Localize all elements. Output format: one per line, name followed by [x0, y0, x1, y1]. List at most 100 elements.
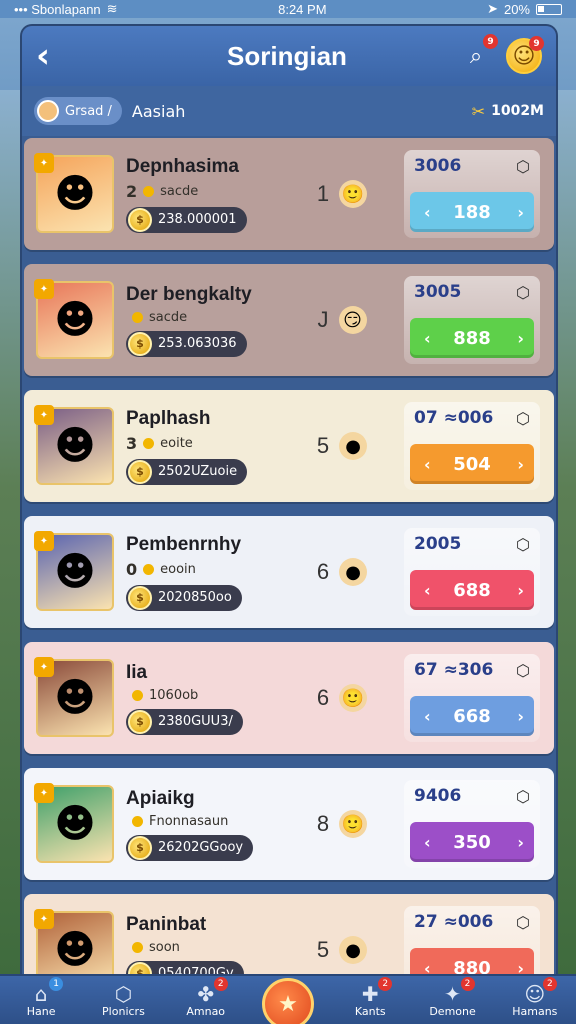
nav-badge: 2: [542, 976, 557, 991]
score-pill: $ 238.000001: [126, 206, 247, 233]
score-pill: $ 2020850oo: [126, 584, 242, 611]
player-avatar: ✦ ☻: [34, 279, 114, 359]
claim-button[interactable]: ‹ 668 ›: [410, 696, 534, 736]
claim-button[interactable]: ‹ 688 ›: [410, 570, 534, 610]
reward-card: 3006 ⬡ ‹ 188 ›: [404, 150, 540, 238]
player-row[interactable]: ✦ ☻ Apiaikg Fnonnasaun $ 26202GGooy 8 🙂 …: [24, 768, 554, 880]
chevron-right-icon: ›: [517, 454, 524, 474]
player-rank: 5: [316, 937, 330, 962]
player-stat-text: soon: [149, 939, 180, 955]
nav-label: Hane: [26, 1004, 56, 1018]
nav-badge: 2: [213, 976, 228, 991]
refresh-icon: ‹: [424, 328, 431, 348]
claim-value: 668: [453, 705, 491, 727]
claim-button[interactable]: ‹ 188 ›: [410, 192, 534, 232]
player-stat-text: sacde: [160, 183, 199, 199]
emoji-icon: ●: [339, 432, 368, 460]
reward-label: 27 ≈006: [414, 912, 494, 932]
bottom-nav: ⌂ Hane 1 ⬡ Plonicrs ✤ Amnao 2 ★ ✚ Kants …: [0, 974, 576, 1024]
filter-pill[interactable]: Grsad /: [34, 97, 122, 125]
search-badge: 9: [483, 34, 498, 49]
center-play-icon[interactable]: ★: [261, 978, 314, 1024]
badge-icon: ⬡: [516, 534, 530, 554]
player-name: Apiaikg: [126, 787, 195, 809]
claim-value: 504: [453, 453, 491, 475]
avatar: [37, 100, 59, 122]
player-rank: 5: [316, 433, 330, 458]
nav-item[interactable]: ⬡ Plonicrs: [83, 983, 163, 1018]
player-avatar: ✦ ☻: [34, 153, 114, 233]
emoji-icon: 🙂: [339, 180, 368, 208]
nav-item[interactable]: ☺ Hamans 2: [495, 976, 575, 1018]
nav-label: Plonicrs: [102, 1004, 145, 1018]
currency-value: 1002M: [491, 103, 544, 119]
status-bar: ••• Sbonlapann ≋ 8:24 PM ➤ 20%: [0, 0, 576, 18]
player-avatar: ✦ ☻: [34, 909, 114, 981]
refresh-icon: ‹: [424, 706, 431, 726]
chevron-right-icon: ›: [517, 832, 524, 852]
claim-button[interactable]: ‹ 888 ›: [410, 318, 534, 358]
emoji-icon: 🙂: [339, 684, 368, 712]
claim-button[interactable]: ‹ 350 ›: [410, 822, 534, 862]
reward-label: 9406: [414, 786, 462, 806]
coin-dot-icon: [143, 437, 155, 449]
player-score: 26202GGooy: [158, 840, 244, 855]
emoji-icon: 😏: [338, 306, 367, 334]
emoji-icon: 🙂: [339, 810, 368, 838]
profile-button[interactable]: ☺ 9: [506, 36, 544, 74]
badge-icon: ⬡: [516, 408, 530, 428]
player-stats: soon: [126, 940, 301, 955]
search-icon: ⌕: [469, 43, 483, 69]
player-row[interactable]: ✦ ☻ Paplhash 3 eoite $ 2502UZuoie 5 ● 07…: [24, 390, 554, 502]
player-name: Iia: [126, 661, 148, 683]
nav-item[interactable]: ✤ Amnao 2: [166, 976, 246, 1018]
reward-card: 9406 ⬡ ‹ 350 ›: [404, 780, 540, 868]
filter-pill-label: Grsad /: [65, 103, 112, 119]
nav-label: Demone: [429, 1004, 476, 1018]
player-level: 0: [126, 559, 138, 579]
search-button[interactable]: ⌕ 9: [458, 34, 498, 74]
player-score: 238.000001: [158, 212, 237, 227]
puzzle-icon: ✤: [197, 981, 215, 1006]
game-icon: ✚: [361, 981, 379, 1006]
player-stat-text: eoite: [160, 435, 193, 451]
nav-badge: 2: [460, 976, 475, 991]
nav-label: Kants: [354, 1004, 386, 1018]
player-row[interactable]: ✦ ☻ Pembenrnhy 0 eooin $ 2020850oo 6 ● 2…: [24, 516, 554, 628]
coin-icon: $: [128, 459, 152, 484]
nav-item[interactable]: ✦ Demone 2: [413, 976, 493, 1018]
sub-bar: Grsad / Aasiah ✂ 1002M: [22, 86, 556, 136]
character-icon: ☻: [54, 549, 96, 595]
nav-item[interactable]: ✚ Kants 2: [330, 976, 410, 1018]
reward-card: 67 ≈306 ⬡ ‹ 668 ›: [404, 654, 540, 742]
score-pill: $ 2380GUU3/: [126, 708, 243, 735]
page-title: Soringian: [227, 40, 347, 71]
player-score: 2020850oo: [158, 590, 232, 605]
player-row[interactable]: ✦ ☻ Iia 1060ob $ 2380GUU3/ 6 🙂 67 ≈306 ⬡: [24, 642, 554, 754]
player-row[interactable]: ✦ ☻ Depnhasima 2 sacde $ 238.000001 1 🙂 …: [24, 138, 554, 250]
nav-badge: 2: [378, 976, 393, 991]
profile-badge: 9: [529, 36, 544, 51]
compass-icon: ✦: [444, 981, 461, 1006]
back-button[interactable]: ‹: [36, 39, 76, 73]
subbar-label: Aasiah: [131, 101, 186, 121]
character-icon: ☻: [54, 927, 96, 973]
nav-item[interactable]: ⌂ Hane 1: [1, 976, 81, 1018]
location-icon: ➤: [487, 1, 498, 16]
badge-icon: ⬡: [516, 786, 530, 806]
player-row[interactable]: ✦ ☻ Der bengkalty sacde $ 253.063036 J 😏…: [24, 264, 554, 376]
player-stat-text: sacde: [149, 309, 188, 325]
refresh-icon: ‹: [424, 580, 431, 600]
player-avatar: ✦ ☻: [34, 405, 114, 485]
claim-value: 350: [453, 831, 491, 853]
claim-button[interactable]: ‹ 504 ›: [410, 444, 534, 484]
player-row[interactable]: ✦ ☻ Paninbat soon $ 0540700Gy 5 ● 27 ≈00…: [24, 894, 554, 981]
top-bar: ‹ Soringian ⌕ 9 ☺ 9: [22, 26, 556, 86]
coin-dot-icon: [132, 689, 143, 701]
claim-value: 688: [453, 579, 491, 601]
character-icon: ☻: [54, 171, 96, 217]
player-level: 3: [126, 433, 138, 453]
player-name: Depnhasima: [126, 155, 239, 177]
rank-tag-icon: ✦: [34, 405, 54, 425]
player-stats: 1060ob: [126, 688, 301, 703]
